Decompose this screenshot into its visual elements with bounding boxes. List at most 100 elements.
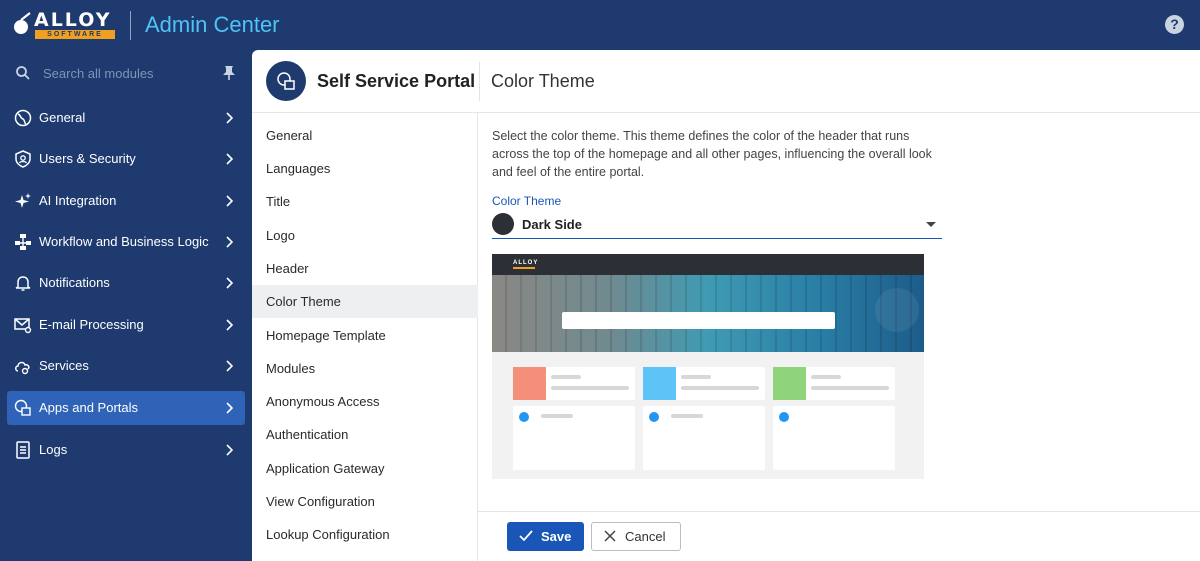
chevron-right-icon xyxy=(226,236,233,248)
alloy-logo[interactable]: ALLOY SOFTWARE xyxy=(12,9,118,40)
subnav-item-label: Anonymous Access xyxy=(266,394,380,409)
subnav-item-label: Application Gateway xyxy=(266,461,385,476)
cancel-button[interactable]: Cancel xyxy=(591,522,681,551)
main-panel: Self Service Portal Color Theme General … xyxy=(252,50,1200,561)
subnav-item-header[interactable]: Header xyxy=(252,252,478,285)
subnav-item-label: Authentication xyxy=(266,427,349,442)
sidebar-item-ai-integration[interactable]: AI Integration xyxy=(7,184,245,218)
module-search[interactable]: Search all modules xyxy=(0,50,252,98)
color-theme-select[interactable]: Dark Side xyxy=(492,211,942,239)
logo-word: ALLOY xyxy=(34,9,112,31)
sidebar-item-label: Users & Security xyxy=(39,151,136,166)
save-button-label: Save xyxy=(541,529,572,544)
workflow-icon xyxy=(15,234,31,250)
portal-name: Self Service Portal xyxy=(317,71,476,91)
subnav-item-label: Languages xyxy=(266,161,331,176)
subnav-item-label: Color Theme xyxy=(266,294,341,309)
preview-card-swatch xyxy=(513,367,546,400)
caret-down-icon xyxy=(926,222,936,227)
sidebar-item-logs[interactable]: Logs xyxy=(7,433,245,467)
action-footer: Save Cancel xyxy=(478,511,1200,561)
sidebar-item-label: Notifications xyxy=(39,275,110,290)
subnav-item-anonymous-access[interactable]: Anonymous Access xyxy=(252,385,478,418)
sidebar-item-label: Services xyxy=(39,358,89,373)
subnav-item-label: Lookup Configuration xyxy=(266,527,390,542)
sidebar-item-users-security[interactable]: Users & Security xyxy=(7,142,245,176)
chevron-right-icon xyxy=(226,360,233,372)
chevron-right-icon xyxy=(226,319,233,331)
subnav-item-title[interactable]: Title xyxy=(252,185,478,218)
subnav-item-lookup-configuration[interactable]: Lookup Configuration xyxy=(252,518,478,551)
preview-card xyxy=(773,367,895,400)
page-header: Self Service Portal Color Theme xyxy=(252,50,1200,113)
sidebar-item-general[interactable]: General xyxy=(7,101,245,135)
preview-card xyxy=(513,406,635,470)
subnav-item-languages[interactable]: Languages xyxy=(252,152,478,185)
subnav-item-label: Header xyxy=(266,261,309,276)
chevron-right-icon xyxy=(226,277,233,289)
preview-hero-image xyxy=(492,275,924,352)
globe-icon xyxy=(14,109,32,127)
portal-icon xyxy=(277,72,295,90)
close-icon xyxy=(604,530,616,542)
sidebar-item-workflow[interactable]: Workflow and Business Logic xyxy=(7,225,245,259)
subnav-item-label: Homepage Template xyxy=(266,328,386,343)
pin-icon[interactable] xyxy=(222,65,236,81)
sidebar-item-label: E-mail Processing xyxy=(39,317,144,332)
chevron-right-icon xyxy=(226,444,233,456)
chevron-right-icon xyxy=(226,195,233,207)
subnav-item-homepage-template[interactable]: Homepage Template xyxy=(252,319,478,352)
mail-gear-icon xyxy=(14,318,32,334)
help-icon[interactable]: ? xyxy=(1165,15,1184,34)
preview-logo: ALLOY xyxy=(513,260,538,269)
sparkle-icon xyxy=(15,193,31,208)
cancel-button-label: Cancel xyxy=(625,529,666,544)
search-icon xyxy=(16,66,30,80)
check-icon xyxy=(519,530,533,542)
preview-card xyxy=(513,367,635,400)
subnav-item-view-configuration[interactable]: View Configuration xyxy=(252,485,478,518)
selected-theme-value: Dark Side xyxy=(522,217,582,232)
theme-preview: ALLOY xyxy=(492,254,924,479)
header-divider xyxy=(479,62,480,101)
theme-swatch xyxy=(492,213,514,235)
cloud-gear-icon xyxy=(15,361,30,375)
sidebar-item-services[interactable]: Services xyxy=(7,349,245,383)
preview-card xyxy=(643,367,765,400)
sidebar: Search all modules General Users & Secur… xyxy=(0,50,252,561)
settings-subnav: General Languages Title Logo Header Colo… xyxy=(252,113,478,561)
bell-icon xyxy=(15,276,31,291)
chevron-right-icon xyxy=(226,402,233,414)
preview-card xyxy=(773,406,895,470)
subnav-item-label: View Configuration xyxy=(266,494,375,509)
save-button[interactable]: Save xyxy=(507,522,584,551)
search-input[interactable]: Search all modules xyxy=(43,66,154,81)
subnav-item-label: Logo xyxy=(266,228,295,243)
subnav-item-general[interactable]: General xyxy=(252,119,478,152)
subnav-item-application-gateway[interactable]: Application Gateway xyxy=(252,452,478,485)
description-text: Select the color theme. This theme defin… xyxy=(492,129,932,179)
sidebar-item-apps-portals[interactable]: Apps and Portals xyxy=(7,391,245,425)
preview-search-bar xyxy=(562,312,835,329)
apps-portal-icon xyxy=(14,399,31,416)
header-divider xyxy=(130,11,131,40)
sidebar-item-label: Logs xyxy=(39,442,68,457)
sidebar-item-notifications[interactable]: Notifications xyxy=(7,266,245,300)
preview-header: ALLOY xyxy=(492,254,924,275)
color-theme-label: Color Theme xyxy=(492,194,562,208)
top-bar: ALLOY SOFTWARE Admin Center ? xyxy=(0,0,1200,50)
subnav-item-logo[interactable]: Logo xyxy=(252,219,478,252)
log-icon xyxy=(16,441,30,459)
subnav-item-authentication[interactable]: Authentication xyxy=(252,418,478,451)
sidebar-item-label: Workflow and Business Logic xyxy=(39,234,209,249)
subnav-item-modules[interactable]: Modules xyxy=(252,352,478,385)
sidebar-item-email-processing[interactable]: E-mail Processing xyxy=(7,308,245,342)
subnav-item-color-theme[interactable]: Color Theme xyxy=(252,285,478,318)
alloy-logo-mark-icon xyxy=(14,12,31,34)
page-title: Color Theme xyxy=(491,71,595,91)
sidebar-item-label: General xyxy=(39,110,86,125)
shield-user-icon xyxy=(15,150,31,168)
subnav-item-label: General xyxy=(266,128,313,143)
self-service-portal-icon xyxy=(266,61,306,101)
chevron-right-icon xyxy=(226,112,233,124)
